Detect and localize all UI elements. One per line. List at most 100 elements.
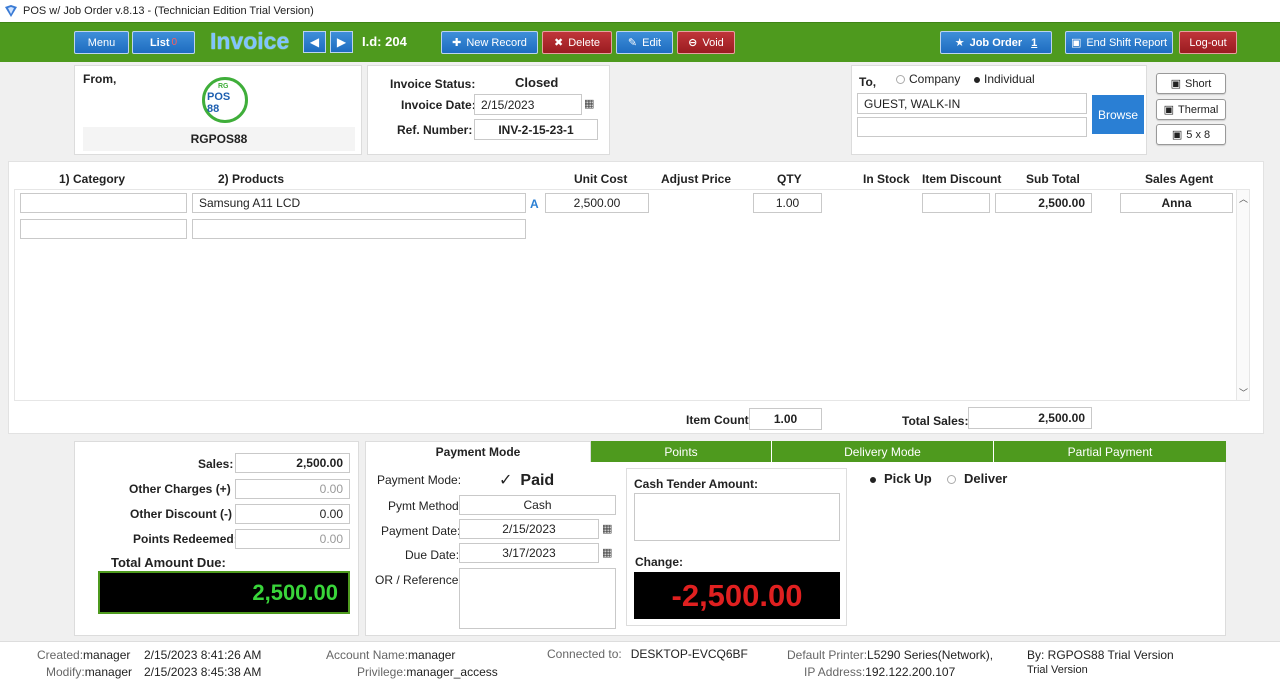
status-bar: Created:manager 2/15/2023 8:41:26 AM Mod… xyxy=(0,641,1280,690)
sales-field: 2,500.00 xyxy=(235,453,350,473)
deliver-radio[interactable]: Deliver xyxy=(947,471,1007,486)
total-amount-due-label: Total Amount Due: xyxy=(111,555,226,570)
minus-circle-icon: ⊖ xyxy=(688,37,698,49)
tab-partial-payment-label: Partial Payment xyxy=(1067,444,1153,459)
paid-checkbox[interactable]: ✓ Paid xyxy=(499,470,554,490)
title-bar: POS w/ Job Order v.8.13 - (Technician Ed… xyxy=(0,0,1280,22)
privilege-key: Privilege: xyxy=(357,665,407,679)
tab-delivery-mode[interactable]: Delivery Mode xyxy=(772,441,994,462)
company-option-label: Company xyxy=(909,72,961,86)
edit-button[interactable]: ✎ Edit xyxy=(616,31,673,54)
row1-qty-field[interactable]: 1.00 xyxy=(753,193,822,213)
x-icon: ✖ xyxy=(553,37,564,49)
screen-title: Invoice xyxy=(210,28,290,54)
browse-button[interactable]: Browse xyxy=(1092,95,1144,134)
chevron-down-icon[interactable]: ﹀ xyxy=(1239,386,1248,399)
radio-off-icon xyxy=(947,475,956,485)
payment-panel: Payment Mode: ✓ Paid Pymt Method: Cash Pa… xyxy=(365,462,1226,636)
star-icon: ★ xyxy=(954,37,965,49)
company-radio[interactable]: Company xyxy=(896,72,960,86)
col-sub-total: Sub Total xyxy=(1026,172,1080,186)
calendar-icon[interactable]: ▦ xyxy=(584,97,594,110)
due-date-label: Due Date: xyxy=(405,548,460,562)
total-sales-label: Total Sales: xyxy=(902,414,969,428)
window-title: POS w/ Job Order v.8.13 - (Technician Ed… xyxy=(23,5,314,17)
calendar-icon[interactable]: ▦ xyxy=(602,522,612,535)
tab-points[interactable]: Points xyxy=(591,441,772,462)
prev-record-button[interactable]: ◀ xyxy=(303,31,326,53)
job-order-button[interactable]: ★ Job Order 1 xyxy=(940,31,1052,54)
ref-number-field[interactable]: INV-2-15-23-1 xyxy=(474,119,598,140)
deliver-label: Deliver xyxy=(964,471,1008,486)
record-id: I.d: 204 xyxy=(362,34,407,49)
logo-top-text: RG xyxy=(218,83,229,90)
print-thermal-button[interactable]: ▣ Thermal xyxy=(1156,99,1226,120)
end-shift-label: End Shift Report xyxy=(1086,36,1168,49)
row2-category-field[interactable] xyxy=(20,219,187,239)
other-discount-field[interactable]: 0.00 xyxy=(235,504,350,524)
tab-partial-payment[interactable]: Partial Payment xyxy=(994,441,1226,462)
pickup-radio[interactable]: Pick Up xyxy=(870,471,932,486)
printer-icon: ▣ xyxy=(1170,78,1182,90)
browse-label: Browse xyxy=(1097,107,1138,122)
payment-method-field[interactable]: Cash xyxy=(459,495,616,515)
other-charges-field[interactable]: 0.00 xyxy=(235,479,350,499)
payment-date-field[interactable]: 2/15/2023 xyxy=(459,519,599,539)
account-key: Account Name: xyxy=(326,648,409,662)
change-label: Change: xyxy=(635,555,683,569)
calendar-icon[interactable]: ▦ xyxy=(602,546,612,559)
total-sales-field: 2,500.00 xyxy=(968,407,1092,429)
payment-method-label: Pymt Method: xyxy=(388,499,463,513)
row1-unit-cost-field[interactable]: 2,500.00 xyxy=(545,193,649,213)
ref-number-label: Ref. Number: xyxy=(397,123,473,137)
points-redeemed-label: Points Redeemed: xyxy=(133,532,238,546)
next-record-button[interactable]: ▶ xyxy=(330,31,353,53)
logout-button[interactable]: Log-out xyxy=(1179,31,1237,54)
new-record-label: New Record xyxy=(466,36,527,49)
triangle-right-icon: ▶ xyxy=(336,35,347,49)
print-5x8-button[interactable]: ▣ 5 x 8 xyxy=(1156,124,1226,145)
row2-product-field[interactable] xyxy=(192,219,526,239)
individual-radio[interactable]: Individual xyxy=(974,72,1035,86)
modify-value: manager xyxy=(84,665,133,679)
due-date-field[interactable]: 3/17/2023 xyxy=(459,543,599,563)
row1-product-field[interactable]: Samsung A11 LCD xyxy=(192,193,526,213)
ref-number-value: INV-2-15-23-1 xyxy=(498,122,574,137)
print-short-button[interactable]: ▣ Short xyxy=(1156,73,1226,94)
customer-secondary-field[interactable] xyxy=(857,117,1087,137)
grid-scrollbar[interactable]: ︿ ﹀ xyxy=(1236,190,1249,400)
row1-sales-agent-field[interactable]: Anna xyxy=(1120,193,1233,213)
tab-payment-mode[interactable]: Payment Mode xyxy=(365,441,591,462)
end-shift-report-button[interactable]: ▣ End Shift Report xyxy=(1065,31,1173,54)
list-label: List xyxy=(149,36,170,49)
company-logo: RG POS 88 xyxy=(202,77,248,123)
payment-date-label: Payment Date: xyxy=(381,524,461,538)
from-panel: From, RG POS 88 RGPOS88 xyxy=(74,65,362,155)
void-button[interactable]: ⊖ Void xyxy=(677,31,735,54)
app-icon xyxy=(5,5,17,17)
invoice-date-field[interactable]: 2/15/2023 xyxy=(474,94,582,115)
row1-item-discount-field[interactable] xyxy=(922,193,990,213)
privilege-value: manager_access xyxy=(406,665,498,679)
trial-label: Trial Version xyxy=(1027,664,1088,676)
new-record-button[interactable]: ✚ New Record xyxy=(441,31,538,54)
menu-button[interactable]: Menu xyxy=(74,31,129,54)
row1-category-field[interactable] xyxy=(20,193,187,213)
row1-flag[interactable]: A xyxy=(530,197,539,211)
customer-field[interactable]: GUEST, WALK-IN xyxy=(857,93,1087,114)
job-order-count: 1 xyxy=(1031,36,1038,49)
payment-date-value: 2/15/2023 xyxy=(502,522,556,536)
delete-button[interactable]: ✖ Delete xyxy=(542,31,612,54)
other-charges-label: Other Charges (+) : xyxy=(129,482,239,496)
row1-unit-cost: 2,500.00 xyxy=(573,196,621,210)
chevron-up-icon[interactable]: ︿ xyxy=(1239,192,1248,205)
col-category: 1) Category xyxy=(59,172,126,186)
list-button[interactable]: List 0 xyxy=(132,31,195,54)
due-date-value: 3/17/2023 xyxy=(502,546,556,560)
created-key: Created: xyxy=(37,648,84,662)
sales-value: 2,500.00 xyxy=(296,456,343,470)
printer-key: Default Printer: xyxy=(787,648,868,662)
cash-tender-field[interactable] xyxy=(634,493,840,541)
col-unit-cost: Unit Cost xyxy=(574,172,628,186)
or-reference-field[interactable] xyxy=(459,568,616,629)
